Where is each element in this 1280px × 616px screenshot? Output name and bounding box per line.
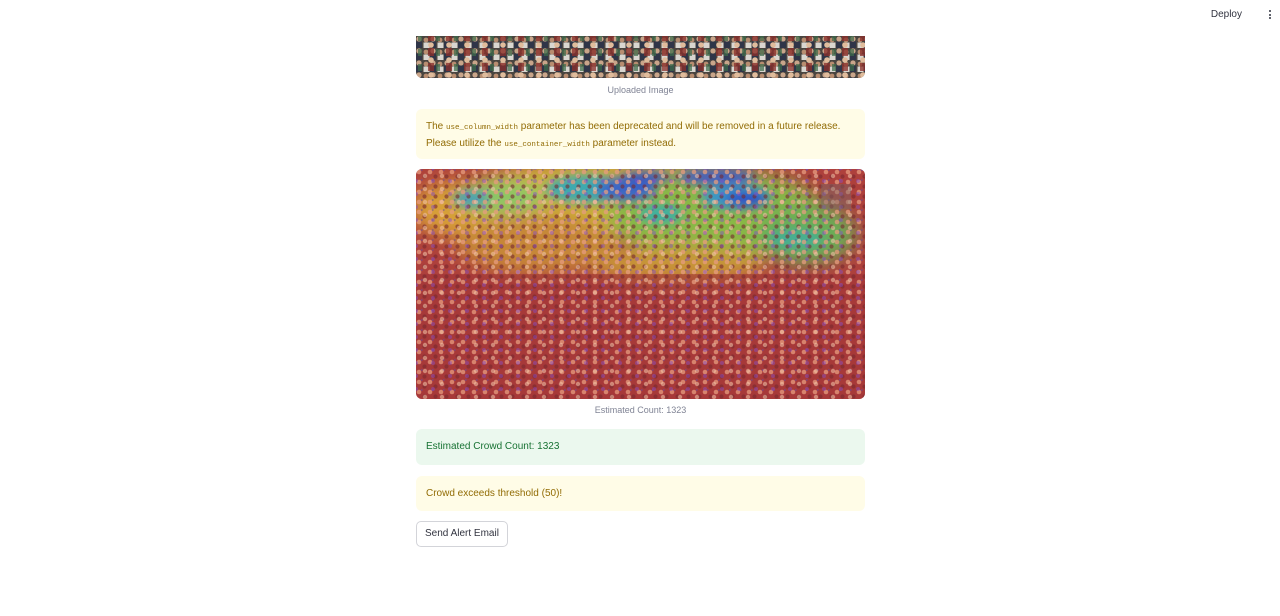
code-use-column-width: use_column_width: [446, 124, 519, 132]
deploy-button[interactable]: Deploy: [1211, 9, 1242, 20]
uploaded-image-caption: Uploaded Image: [607, 85, 674, 95]
crowd-count-text: Estimated Crowd Count: 1323: [426, 441, 560, 452]
deprecation-warning-alert: The use_column_width parameter has been …: [416, 109, 865, 159]
warning-text-part: parameter instead.: [589, 138, 677, 149]
warning-text-part: The: [426, 121, 447, 132]
density-heatmap-image: [416, 169, 865, 399]
threshold-warning-text: Crowd exceeds threshold (50)!: [426, 488, 563, 499]
app-header: Deploy: [0, 0, 1280, 34]
kebab-menu-icon[interactable]: [1264, 10, 1276, 22]
send-alert-email-button[interactable]: Send Alert Email: [416, 521, 508, 547]
threshold-warning-alert: Crowd exceeds threshold (50)!: [416, 476, 865, 511]
uploaded-crowd-image: [416, 36, 865, 78]
code-use-container-width: use_container_width: [504, 141, 590, 149]
heatmap-image-caption: Estimated Count: 1323: [594, 405, 687, 415]
crowd-count-success-alert: Estimated Crowd Count: 1323: [416, 429, 865, 465]
